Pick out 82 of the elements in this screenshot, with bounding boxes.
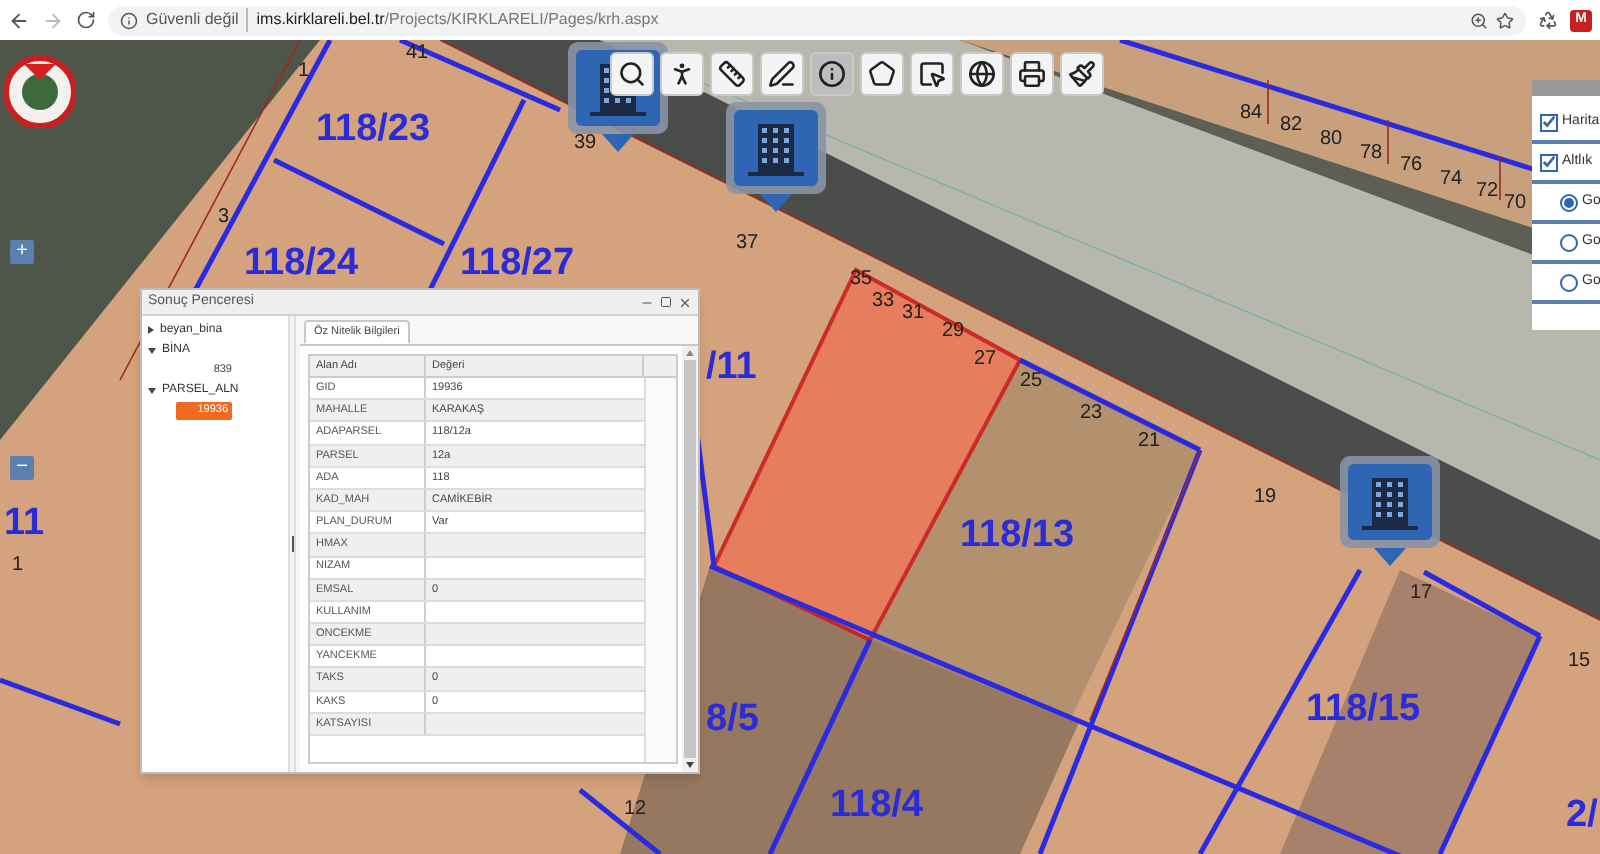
door-number: 84 [1240, 104, 1263, 124]
map-tool-button[interactable] [910, 52, 954, 96]
building-marker-icon[interactable] [724, 100, 828, 216]
zoom-out-button[interactable]: − [10, 456, 34, 480]
parcel-label: 118/15 [1306, 690, 1421, 728]
parcel-label: 118/27 [460, 244, 575, 282]
door-number: 1 [12, 556, 24, 576]
door-number: 27 [974, 350, 997, 370]
grid-scrollbar[interactable] [644, 378, 676, 762]
door-number: 29 [942, 322, 965, 342]
map-tool-button[interactable] [1010, 52, 1054, 96]
zoom-icon[interactable] [1470, 11, 1488, 29]
parcel-label: 2/ [1566, 796, 1598, 834]
door-number: 25 [1020, 372, 1043, 392]
parcel-label: 118/13 [960, 516, 1075, 554]
door-number: 12 [624, 800, 647, 820]
parcel-label: 11 [4, 504, 45, 542]
door-number: 80 [1320, 130, 1343, 150]
caret-down-icon[interactable] [148, 387, 156, 393]
parcel-label: 118/24 [244, 244, 359, 282]
info-icon [818, 60, 846, 88]
star-icon[interactable] [1496, 11, 1514, 29]
door-number: 3 [218, 208, 230, 228]
parcel-label: 8/5 [706, 700, 759, 738]
door-number: 19 [1254, 488, 1277, 508]
pentagon-icon [868, 60, 896, 88]
door-number: 78 [1360, 144, 1383, 164]
door-number: 76 [1400, 156, 1423, 176]
map-tool-button[interactable] [810, 52, 854, 96]
info-icon[interactable] [120, 11, 138, 29]
door-number: 15 [1568, 652, 1591, 672]
door-number: 37 [736, 234, 759, 254]
paintbrush-icon [1068, 60, 1096, 88]
radio-button[interactable] [1560, 233, 1578, 251]
door-number: 70 [1504, 194, 1527, 214]
door-number: 21 [1138, 432, 1161, 452]
building-marker-icon[interactable] [1338, 454, 1442, 570]
door-number: 31 [902, 304, 925, 324]
map-tool-button[interactable] [710, 52, 754, 96]
parcel-label: /11 [706, 348, 757, 386]
door-number: 82 [1280, 116, 1303, 136]
checkbox[interactable] [1540, 153, 1558, 171]
caret-down-icon[interactable] [148, 347, 156, 353]
search-icon [618, 60, 646, 88]
map-tool-button[interactable] [860, 52, 904, 96]
map-tool-button[interactable] [610, 52, 654, 96]
door-number: 74 [1440, 170, 1463, 190]
radio-button[interactable] [1560, 193, 1578, 211]
caret-right-icon[interactable] [148, 326, 154, 334]
door-number: 33 [872, 292, 895, 312]
door-number: 17 [1410, 584, 1433, 604]
address-bar[interactable]: Güvenli değil ims.kirklareli.bel.tr/Projects/KIRKLARELI/Pages/krh.aspx [108, 5, 1526, 35]
maximize-icon[interactable] [660, 296, 672, 308]
door-number: 72 [1476, 182, 1499, 202]
reload-icon[interactable] [76, 10, 96, 30]
door-number: 35 [850, 270, 873, 290]
door-number: 39 [574, 134, 597, 154]
pen-icon [768, 60, 796, 88]
door-number: 41 [406, 44, 429, 64]
cursor-square-icon [918, 60, 946, 88]
emblem-icon [4, 56, 76, 128]
ruler-icon [718, 60, 746, 88]
zoom-in-button[interactable]: + [10, 240, 34, 264]
parcel-label: 118/4 [830, 786, 923, 824]
map-tool-button[interactable] [760, 52, 804, 96]
printer-icon [1018, 60, 1046, 88]
scrollbar[interactable] [682, 346, 698, 772]
back-icon[interactable] [8, 9, 30, 31]
radio-button[interactable] [1560, 273, 1578, 291]
map-tool-button[interactable] [960, 52, 1004, 96]
close-icon[interactable] [678, 295, 692, 309]
security-label: Güvenli değil [146, 8, 249, 32]
url-text: ims.kirklareli.bel.tr/Projects/KIRKLARELI/Pages/krh.aspx [256, 8, 659, 32]
door-number: 23 [1080, 404, 1103, 424]
parcel-label: 118/23 [316, 110, 431, 148]
checkbox[interactable] [1540, 113, 1558, 131]
person-icon [668, 60, 696, 88]
globe-icon [968, 60, 996, 88]
recycle-icon[interactable] [1538, 10, 1558, 30]
map-tool-button[interactable] [1060, 52, 1104, 96]
door-number: 1 [298, 62, 310, 82]
map-tool-button[interactable] [660, 52, 704, 96]
